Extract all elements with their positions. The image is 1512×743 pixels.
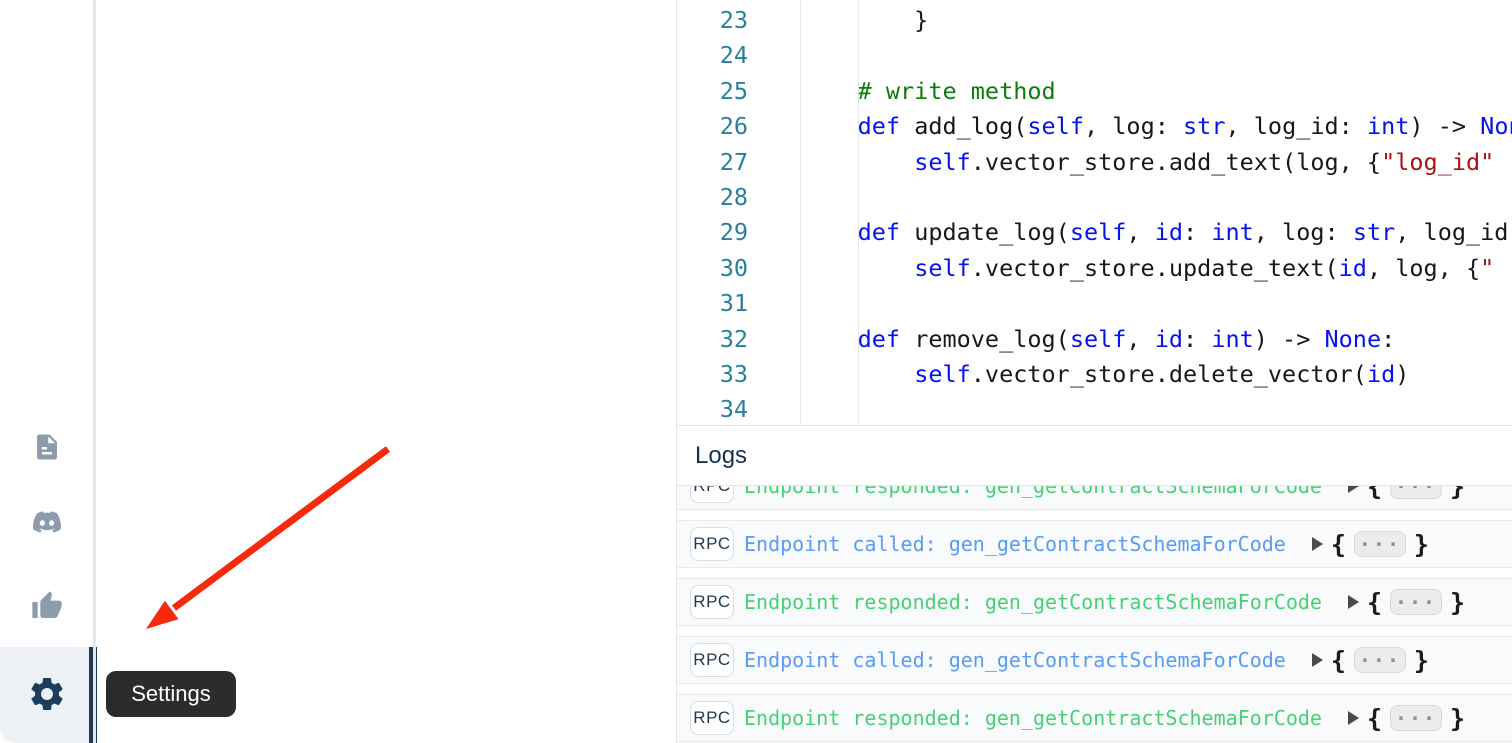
line-number: 27 (677, 145, 800, 180)
code-line: def remove_log(self, id: int) -> None: (801, 322, 1512, 357)
expand-toggle[interactable]: {...} (1312, 530, 1429, 559)
log-message: Endpoint responded: gen_getContractSchem… (744, 486, 1322, 498)
log-row: RPC Endpoint called: gen_getContractSchem… (677, 636, 1512, 684)
rpc-badge: RPC (690, 527, 734, 561)
open-brace: { (1331, 530, 1346, 559)
sidebar-item-feedback[interactable] (0, 575, 93, 639)
line-number: 31 (677, 286, 800, 321)
logs-panel-header: Logs (677, 426, 1512, 486)
log-row: RPC Endpoint called: gen_getContractSchem… (677, 520, 1512, 568)
code-line: # write method (801, 74, 1512, 109)
rpc-badge: RPC (690, 585, 734, 619)
line-number: 24 (677, 38, 800, 73)
code-area: } # write method def add_log(self, log: … (801, 0, 1512, 425)
settings-tooltip: Settings (106, 671, 236, 717)
logs-panel: Logs RPC Endpoint responded: gen_getContr… (676, 425, 1512, 743)
expand-toggle[interactable]: {...} (1348, 704, 1465, 733)
logs-list[interactable]: RPC Endpoint responded: gen_getContractSc… (677, 486, 1512, 743)
line-number: 23 (677, 3, 800, 38)
log-row: RPC Endpoint responded: gen_getContractSc… (677, 694, 1512, 742)
line-number: 32 (677, 322, 800, 357)
ellipsis-pill[interactable]: ... (1390, 486, 1442, 499)
expand-toggle[interactable]: {...} (1348, 486, 1465, 501)
discord-icon (29, 508, 65, 539)
open-brace: { (1367, 486, 1382, 501)
red-arrow (130, 433, 400, 643)
open-brace: { (1331, 646, 1346, 675)
code-editor[interactable]: 232425262728293031323334 } # write metho… (676, 0, 1512, 425)
code-line (801, 286, 1512, 321)
line-number: 26 (677, 109, 800, 144)
triangle-icon (1312, 537, 1323, 551)
indent-guide (858, 0, 859, 425)
ellipsis-pill[interactable]: ... (1354, 647, 1406, 673)
sidebar (0, 0, 93, 743)
code-line: def update_log(self, id: int, log: str, … (801, 215, 1512, 250)
code-line: self.vector_store.add_text(log, {"log_id… (801, 145, 1512, 180)
code-line: self.vector_store.update_text(id, log, {… (801, 251, 1512, 286)
log-message: Endpoint called: gen_getContractSchemaFo… (744, 532, 1286, 556)
close-brace: } (1450, 704, 1465, 733)
line-number: 29 (677, 215, 800, 250)
code-line: } (801, 3, 1512, 38)
expand-toggle[interactable]: {...} (1312, 646, 1429, 675)
log-row: RPC Endpoint responded: gen_getContractSc… (677, 486, 1512, 510)
line-number: 34 (677, 392, 800, 425)
triangle-icon (1348, 595, 1359, 609)
line-number: 25 (677, 74, 800, 109)
code-line (801, 180, 1512, 215)
open-brace: { (1367, 704, 1382, 733)
close-brace: } (1450, 588, 1465, 617)
logs-title: Logs (695, 442, 747, 470)
sidebar-item-discord[interactable] (0, 491, 93, 555)
line-number: 30 (677, 251, 800, 286)
ellipsis-pill[interactable]: ... (1390, 589, 1442, 615)
log-message: Endpoint responded: gen_getContractSchem… (744, 590, 1322, 614)
triangle-icon (1348, 711, 1359, 725)
sidebar-item-settings[interactable] (0, 663, 93, 727)
log-row: RPC Endpoint responded: gen_getContractSc… (677, 578, 1512, 626)
gear-icon (27, 674, 67, 717)
code-line (801, 392, 1512, 425)
rpc-badge: RPC (690, 643, 734, 677)
sidebar-item-docs[interactable] (0, 416, 93, 480)
code-line: self.vector_store.delete_vector(id) (801, 357, 1512, 392)
log-message: Endpoint called: gen_getContractSchemaFo… (744, 648, 1286, 672)
line-number: 28 (677, 180, 800, 215)
line-number: 33 (677, 357, 800, 392)
thumbs-up-icon (31, 590, 63, 625)
sidebar-divider (93, 0, 96, 743)
triangle-icon (1348, 486, 1359, 493)
rpc-badge: RPC (690, 701, 734, 735)
open-brace: { (1367, 588, 1382, 617)
ellipsis-pill[interactable]: ... (1390, 705, 1442, 731)
code-line: def add_log(self, log: str, log_id: int)… (801, 109, 1512, 144)
document-icon (32, 432, 62, 465)
editor-gutter: 232425262728293031323334 (677, 0, 801, 425)
triangle-icon (1312, 653, 1323, 667)
close-brace: } (1450, 486, 1465, 501)
rpc-badge: RPC (690, 486, 734, 503)
expand-toggle[interactable]: {...} (1348, 588, 1465, 617)
close-brace: } (1414, 530, 1429, 559)
close-brace: } (1414, 646, 1429, 675)
code-line (801, 38, 1512, 73)
settings-tooltip-label: Settings (131, 681, 211, 707)
ellipsis-pill[interactable]: ... (1354, 531, 1406, 557)
log-message: Endpoint responded: gen_getContractSchem… (744, 706, 1322, 730)
